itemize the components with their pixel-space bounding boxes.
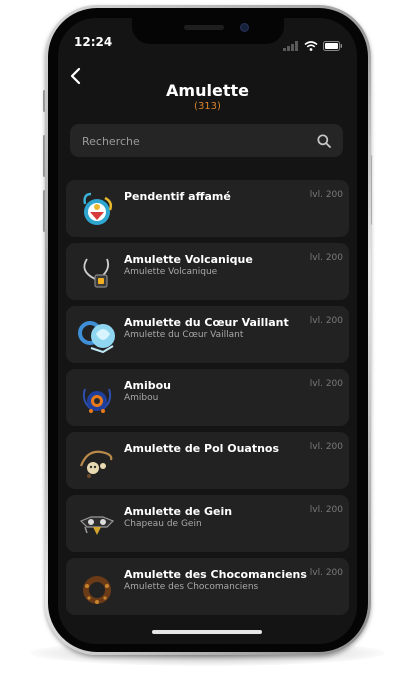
item-subtitle: Amulette des Chocomanciens [124,582,259,592]
camera-icon [240,23,249,32]
item-level: lvl. 200 [309,190,343,200]
item-name: Amibou [124,379,172,392]
wifi-icon [304,36,318,55]
item-level: lvl. 200 [309,568,343,578]
item-subtitle: Amibou [124,393,159,403]
amibou-icon [77,379,117,419]
item-subtitle: Amulette du Cœur Vaillant [124,330,244,340]
item-name: Amulette des Chocomanciens [124,568,307,581]
list-item[interactable]: Amibou Amibou lvl. 200 [66,369,349,426]
pol-ouatnos-amulet-icon [77,442,117,482]
notch [132,18,284,44]
home-indicator[interactable] [152,630,262,634]
list-item[interactable]: Amulette des Chocomanciens Amulette des … [66,558,349,615]
battery-icon [323,36,343,55]
list-item[interactable]: Amulette de Gein Chapeau de Gein lvl. 20… [66,495,349,552]
list-item[interactable]: Amulette de Pol Ouatnos lvl. 200 [66,432,349,489]
chocomancer-amulet-icon [77,568,117,608]
item-name: Amulette de Pol Ouatnos [124,442,280,455]
item-subtitle: Amulette Volcanique [124,267,218,277]
item-subtitle: Chapeau de Gein [124,519,202,529]
status-icons [283,36,343,55]
hungry-pendant-icon [77,190,117,230]
item-count: (313) [194,101,221,112]
search-bar[interactable] [70,124,343,159]
status-time: 12:24 [74,35,113,49]
list-item[interactable]: Amulette Volcanique Amulette Volcanique … [66,243,349,300]
item-list: Pendentif affamé lvl. 200 Amulette Volca… [66,180,349,621]
item-level: lvl. 200 [309,505,343,515]
item-name: Amulette de Gein [124,505,233,518]
list-item[interactable]: Pendentif affamé lvl. 200 [66,180,349,237]
page-title: Amulette [166,81,249,100]
item-level: lvl. 200 [309,253,343,263]
gein-amulet-icon [77,505,117,545]
signal-icon [283,36,299,55]
speaker [184,25,224,30]
search-icon[interactable] [317,134,331,148]
volcanic-amulet-icon [77,253,117,293]
item-level: lvl. 200 [309,316,343,326]
valiant-heart-amulet-icon [77,316,117,356]
item-level: lvl. 200 [309,442,343,452]
item-name: Pendentif affamé [124,190,231,203]
app-screen: 12:24 Amulette (313) Recherche Pendentif… [58,18,357,644]
item-level: lvl. 200 [309,379,343,389]
item-name: Amulette Volcanique [124,253,253,266]
item-name: Amulette du Cœur Vaillant [124,316,289,329]
list-item[interactable]: Amulette du Cœur Vaillant Amulette du Cœ… [66,306,349,363]
search-input[interactable] [80,124,304,159]
